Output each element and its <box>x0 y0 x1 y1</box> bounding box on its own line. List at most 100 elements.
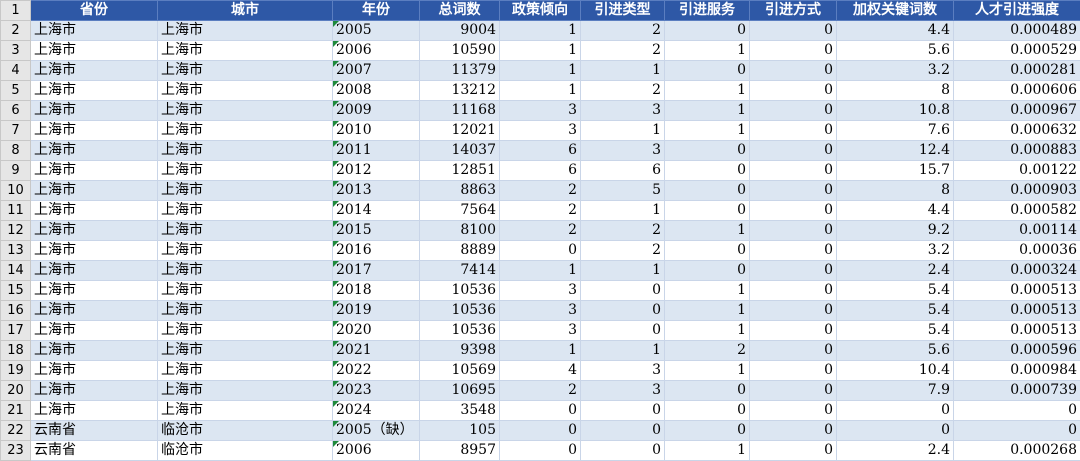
cell-year[interactable]: 2019 <box>333 301 420 321</box>
cell-intro-method[interactable]: 0 <box>750 281 837 301</box>
cell-weighted-keywords[interactable]: 3.2 <box>837 241 954 261</box>
row-number[interactable]: 6 <box>1 101 31 121</box>
cell-intro-service[interactable]: 1 <box>665 221 750 241</box>
row-number[interactable]: 21 <box>1 401 31 421</box>
cell-year[interactable]: 2021 <box>333 341 420 361</box>
row-header[interactable]: 1 <box>1 1 31 21</box>
column-header-intro-method[interactable]: 引进方式 <box>750 1 837 21</box>
cell-province[interactable]: 上海市 <box>31 381 158 401</box>
cell-talent-intensity[interactable]: 0.000606 <box>954 81 1080 101</box>
cell-policy-tendency[interactable]: 3 <box>500 321 581 341</box>
cell-intro-type[interactable]: 3 <box>581 361 665 381</box>
cell-weighted-keywords[interactable]: 10.8 <box>837 101 954 121</box>
cell-talent-intensity[interactable]: 0.00114 <box>954 221 1080 241</box>
cell-intro-method[interactable]: 0 <box>750 261 837 281</box>
cell-policy-tendency[interactable]: 6 <box>500 141 581 161</box>
cell-total-words[interactable]: 105 <box>420 421 500 441</box>
cell-weighted-keywords[interactable]: 12.4 <box>837 141 954 161</box>
cell-talent-intensity[interactable]: 0.00122 <box>954 161 1080 181</box>
cell-total-words[interactable]: 10590 <box>420 41 500 61</box>
column-header-city[interactable]: 城市 <box>158 1 333 21</box>
row-number[interactable]: 18 <box>1 341 31 361</box>
cell-province[interactable]: 上海市 <box>31 261 158 281</box>
cell-weighted-keywords[interactable]: 4.4 <box>837 21 954 41</box>
cell-intro-service[interactable]: 1 <box>665 301 750 321</box>
cell-intro-type[interactable]: 0 <box>581 401 665 421</box>
row-number[interactable]: 11 <box>1 201 31 221</box>
cell-city[interactable]: 上海市 <box>158 201 333 221</box>
cell-city[interactable]: 上海市 <box>158 61 333 81</box>
cell-talent-intensity[interactable]: 0 <box>954 401 1080 421</box>
cell-intro-method[interactable]: 0 <box>750 301 837 321</box>
cell-total-words[interactable]: 10536 <box>420 321 500 341</box>
cell-intro-type[interactable]: 3 <box>581 101 665 121</box>
cell-intro-method[interactable]: 0 <box>750 401 837 421</box>
cell-province[interactable]: 上海市 <box>31 41 158 61</box>
cell-intro-method[interactable]: 0 <box>750 361 837 381</box>
cell-weighted-keywords[interactable]: 15.7 <box>837 161 954 181</box>
cell-intro-method[interactable]: 0 <box>750 321 837 341</box>
cell-city[interactable]: 上海市 <box>158 281 333 301</box>
cell-talent-intensity[interactable]: 0.000582 <box>954 201 1080 221</box>
cell-policy-tendency[interactable]: 3 <box>500 301 581 321</box>
cell-province[interactable]: 云南省 <box>31 421 158 441</box>
cell-total-words[interactable]: 9398 <box>420 341 500 361</box>
cell-intro-service[interactable]: 0 <box>665 161 750 181</box>
cell-year[interactable]: 2020 <box>333 321 420 341</box>
cell-year[interactable]: 2010 <box>333 121 420 141</box>
cell-intro-type[interactable]: 2 <box>581 241 665 261</box>
cell-year[interactable]: 2012 <box>333 161 420 181</box>
cell-intro-method[interactable]: 0 <box>750 201 837 221</box>
cell-province[interactable]: 上海市 <box>31 21 158 41</box>
cell-province[interactable]: 上海市 <box>31 321 158 341</box>
cell-intro-method[interactable]: 0 <box>750 41 837 61</box>
cell-intro-service[interactable]: 0 <box>665 381 750 401</box>
cell-city[interactable]: 上海市 <box>158 341 333 361</box>
cell-weighted-keywords[interactable]: 5.4 <box>837 301 954 321</box>
cell-talent-intensity[interactable]: 0.000967 <box>954 101 1080 121</box>
row-number[interactable]: 20 <box>1 381 31 401</box>
cell-city[interactable]: 上海市 <box>158 161 333 181</box>
cell-year[interactable]: 2006 <box>333 41 420 61</box>
cell-year[interactable]: 2015 <box>333 221 420 241</box>
cell-intro-type[interactable]: 1 <box>581 201 665 221</box>
row-number[interactable]: 15 <box>1 281 31 301</box>
cell-intro-service[interactable]: 1 <box>665 121 750 141</box>
cell-province[interactable]: 上海市 <box>31 141 158 161</box>
cell-city[interactable]: 上海市 <box>158 21 333 41</box>
cell-policy-tendency[interactable]: 2 <box>500 221 581 241</box>
cell-policy-tendency[interactable]: 1 <box>500 61 581 81</box>
cell-province[interactable]: 上海市 <box>31 221 158 241</box>
cell-weighted-keywords[interactable]: 7.6 <box>837 121 954 141</box>
cell-intro-type[interactable]: 1 <box>581 341 665 361</box>
column-header-weighted-keywords[interactable]: 加权关键词数 <box>837 1 954 21</box>
row-number[interactable]: 3 <box>1 41 31 61</box>
cell-talent-intensity[interactable]: 0.000513 <box>954 321 1080 341</box>
column-header-intro-type[interactable]: 引进类型 <box>581 1 665 21</box>
row-number[interactable]: 10 <box>1 181 31 201</box>
cell-city[interactable]: 上海市 <box>158 181 333 201</box>
cell-intro-type[interactable]: 0 <box>581 321 665 341</box>
cell-intro-service[interactable]: 0 <box>665 21 750 41</box>
row-number[interactable]: 17 <box>1 321 31 341</box>
row-number[interactable]: 12 <box>1 221 31 241</box>
cell-city[interactable]: 上海市 <box>158 301 333 321</box>
cell-city[interactable]: 上海市 <box>158 41 333 61</box>
cell-total-words[interactable]: 7414 <box>420 261 500 281</box>
cell-policy-tendency[interactable]: 3 <box>500 121 581 141</box>
column-header-talent-intensity[interactable]: 人才引进强度 <box>954 1 1080 21</box>
cell-intro-type[interactable]: 6 <box>581 161 665 181</box>
cell-total-words[interactable]: 8889 <box>420 241 500 261</box>
cell-province[interactable]: 上海市 <box>31 161 158 181</box>
cell-year[interactable]: 2008 <box>333 81 420 101</box>
row-number[interactable]: 7 <box>1 121 31 141</box>
cell-policy-tendency[interactable]: 0 <box>500 241 581 261</box>
cell-province[interactable]: 上海市 <box>31 201 158 221</box>
cell-policy-tendency[interactable]: 1 <box>500 341 581 361</box>
cell-intro-type[interactable]: 3 <box>581 381 665 401</box>
cell-policy-tendency[interactable]: 0 <box>500 401 581 421</box>
cell-weighted-keywords[interactable]: 7.9 <box>837 381 954 401</box>
cell-talent-intensity[interactable]: 0.000281 <box>954 61 1080 81</box>
cell-intro-type[interactable]: 0 <box>581 421 665 441</box>
cell-weighted-keywords[interactable]: 5.4 <box>837 321 954 341</box>
